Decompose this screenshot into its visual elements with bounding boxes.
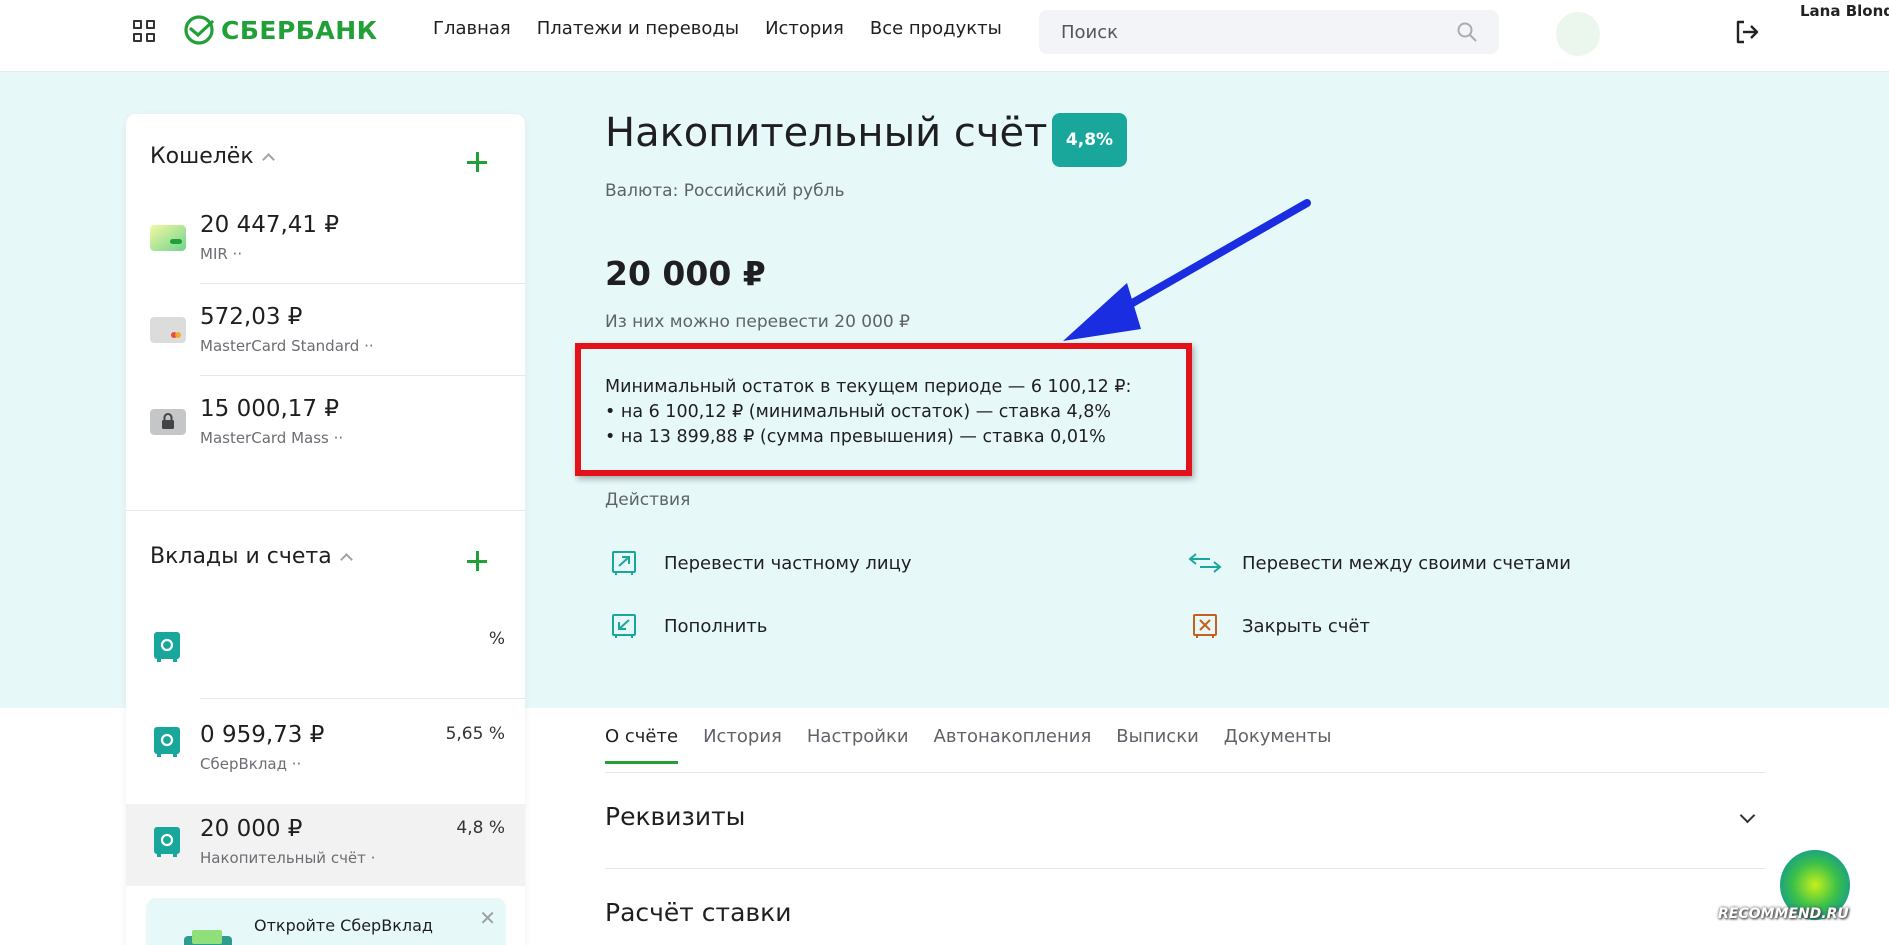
nav-payments[interactable]: Платежи и переводы	[537, 18, 739, 39]
deposits-header[interactable]: Вклады и счета	[150, 544, 353, 569]
deposit-item-sbervklad[interactable]: 0 959,73 ₽ СберВклад ·· 5,65 %	[126, 704, 525, 794]
transfer-out-icon	[612, 551, 636, 575]
sberbank-logo[interactable]: СБЕРБАНК	[183, 14, 378, 46]
watermark: RECOMMEND.RU	[1718, 906, 1849, 922]
action-label: Закрыть счёт	[1242, 615, 1370, 637]
section-title: Расчёт ставки	[605, 898, 792, 927]
mir-card-icon	[150, 225, 186, 251]
close-account-icon	[1193, 614, 1217, 638]
action-label: Пополнить	[664, 615, 768, 637]
divider	[200, 375, 525, 376]
action-label: Перевести между своими счетами	[1242, 552, 1571, 574]
nav-home[interactable]: Главная	[433, 18, 511, 39]
safe-icon	[154, 632, 180, 662]
action-label: Перевести частному лицу	[664, 552, 912, 574]
card-balance: 20 447,41 ₽	[200, 212, 339, 238]
card-label: MasterCard Mass ··	[200, 429, 344, 447]
search-box	[1039, 10, 1499, 54]
top-up-button[interactable]: Пополнить	[610, 612, 767, 640]
tab-statements[interactable]: Выписки	[1116, 726, 1199, 764]
promo-banner[interactable]: Откройте СберВклад ✕	[146, 898, 506, 945]
rate-badge: 4,8%	[1052, 113, 1127, 167]
account-title: Накопительный счёт	[605, 110, 1048, 156]
divider	[200, 283, 525, 284]
chevron-up-icon	[339, 553, 353, 566]
wallet-illustration-icon	[184, 930, 232, 945]
add-card-button[interactable]	[465, 150, 489, 174]
card-balance: 572,03 ₽	[200, 304, 303, 330]
wallet-header[interactable]: Кошелёк	[150, 144, 275, 169]
promo-text: Откройте СберВклад	[254, 916, 433, 935]
deposit-rate: 5,65 %	[445, 724, 505, 744]
transfer-to-person-button[interactable]: Перевести частному лицу	[610, 549, 911, 577]
safe-icon	[154, 727, 180, 757]
transfer-between-accounts-button[interactable]: Перевести между своими счетами	[1188, 549, 1571, 577]
tabs-divider	[605, 772, 1765, 773]
tab-about[interactable]: О счёте	[605, 726, 679, 764]
swap-arrows-icon	[1188, 553, 1222, 573]
wallet-card-mir[interactable]: 20 447,41 ₽ MIR ··	[126, 194, 525, 284]
brand-name: СБЕРБАНК	[221, 15, 378, 45]
card-label: MasterCard Standard ··	[200, 337, 374, 355]
tab-history[interactable]: История	[703, 726, 782, 764]
deposit-item[interactable]: %	[126, 609, 525, 699]
deposit-label: СберВклад ··	[200, 755, 302, 773]
account-tabs: О счёте История Настройки Автонакопления…	[605, 726, 1332, 764]
deposit-label: Накопительный счёт ·	[200, 849, 376, 867]
card-label: MIR ··	[200, 245, 243, 263]
tab-settings[interactable]: Настройки	[807, 726, 909, 764]
min-balance-info: Минимальный остаток в текущем периоде — …	[605, 375, 1131, 450]
safe-icon	[154, 827, 180, 857]
deposit-item-savings-account[interactable]: 20 000 ₽ Накопительный счёт · 4,8 %	[126, 804, 525, 886]
deposit-balance: 0 959,73 ₽	[200, 722, 325, 748]
deposit-balance: 20 000 ₽	[200, 816, 303, 842]
tab-documents[interactable]: Документы	[1224, 726, 1332, 764]
user-name: Lana Blond	[1800, 2, 1889, 20]
close-icon[interactable]: ✕	[479, 906, 496, 930]
add-deposit-button[interactable]	[465, 549, 489, 573]
wallet-card-mastercard-standard[interactable]: 572,03 ₽ MasterCard Standard ··	[126, 286, 525, 376]
main-nav: Главная Платежи и переводы История Все п…	[433, 18, 1002, 39]
section-title: Реквизиты	[605, 802, 746, 831]
card-balance: 15 000,17 ₽	[200, 396, 339, 422]
account-currency: Валюта: Российский рубль	[605, 181, 845, 201]
products-sidebar: Кошелёк 20 447,41 ₽ MIR ·· 572,03 ₽ Mast…	[126, 114, 525, 945]
transferable-amount: Из них можно перевести 20 000 ₽	[605, 312, 910, 332]
wallet-title: Кошелёк	[150, 144, 254, 169]
top-header: СБЕРБАНК Главная Платежи и переводы Исто…	[0, 0, 1889, 72]
divider	[200, 698, 525, 699]
wallet-card-mastercard-mass[interactable]: 15 000,17 ₽ MasterCard Mass ··	[126, 378, 525, 468]
account-balance: 20 000 ₽	[605, 254, 766, 293]
top-up-icon	[612, 614, 636, 638]
avatar[interactable]	[1556, 12, 1600, 56]
deposits-title: Вклады и счета	[150, 544, 332, 569]
lock-icon	[150, 409, 186, 435]
mastercard-icon	[150, 317, 186, 343]
deposit-rate: %	[488, 629, 505, 649]
rate-calculation-section[interactable]: Расчёт ставки	[605, 898, 1765, 927]
annotation-arrow-icon	[1063, 199, 1311, 341]
tab-auto-savings[interactable]: Автонакопления	[934, 726, 1092, 764]
chevron-up-icon	[261, 153, 275, 166]
sber-logo-icon	[184, 15, 214, 45]
apps-grid-icon[interactable]	[133, 20, 157, 44]
min-balance-line: • на 13 899,88 ₽ (сумма превышения) — ст…	[605, 427, 1106, 447]
search-input[interactable]	[1039, 10, 1449, 54]
min-balance-line: • на 6 100,12 ₽ (минимальный остаток) — …	[605, 402, 1111, 422]
section-divider	[605, 868, 1765, 869]
logout-icon[interactable]	[1733, 18, 1761, 46]
section-divider	[126, 510, 525, 511]
nav-history[interactable]: История	[765, 18, 844, 39]
requisites-section[interactable]: Реквизиты	[605, 802, 1765, 831]
search-icon[interactable]	[1457, 22, 1477, 42]
actions-label: Действия	[605, 490, 691, 510]
close-account-button[interactable]: Закрыть счёт	[1191, 612, 1370, 640]
deposit-rate: 4,8 %	[456, 818, 505, 838]
min-balance-line: Минимальный остаток в текущем периоде — …	[605, 377, 1132, 397]
nav-all-products[interactable]: Все продукты	[870, 18, 1002, 39]
